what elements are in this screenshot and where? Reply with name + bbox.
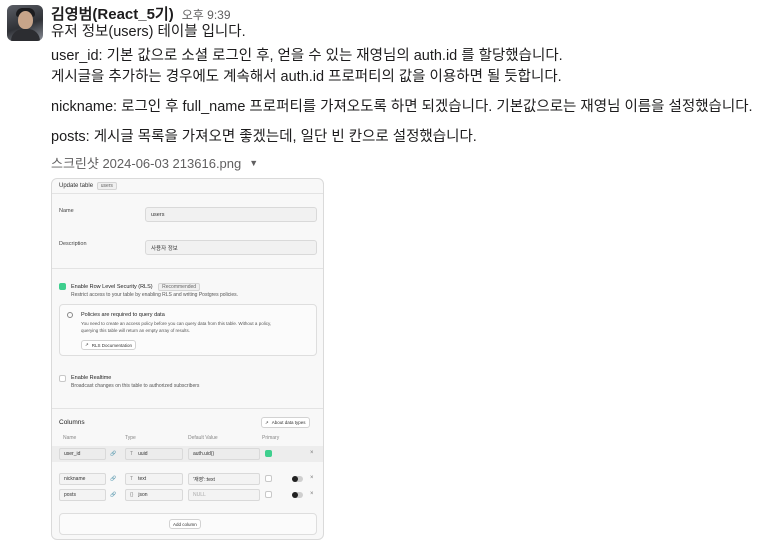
settings-toggle-icon	[292, 492, 303, 498]
divider	[52, 268, 323, 269]
column-type-cell: T uuid	[125, 448, 183, 460]
column-default-cell: NULL	[188, 489, 260, 501]
message-line: 게시글을 추가하는 경우에도 계속해서 auth.id 프로퍼티의 값을 이용하…	[51, 69, 562, 85]
column-type-cell: {} json	[125, 489, 183, 501]
description-input: 사용자 정보	[145, 240, 317, 255]
column-name-cell: user_id	[59, 448, 106, 460]
close-icon: ×	[310, 491, 314, 497]
name-label: Name	[59, 208, 74, 214]
message-line: posts: 게시글 목록을 가져오면 좋겠는데, 일단 빈 칸으로 설정했습니…	[51, 129, 477, 145]
external-link-icon: ↗	[85, 342, 89, 347]
rls-description: Restrict access to your table by enablin…	[71, 292, 239, 298]
description-label: Description	[59, 241, 87, 247]
rls-documentation-label: RLS Documentation	[91, 342, 133, 348]
header-type: Type	[125, 435, 136, 441]
attachment-filename[interactable]: 스크린샷 2024-06-03 213616.png ▼	[51, 153, 258, 172]
header-name: Name	[63, 435, 77, 441]
message-line: user_id: 기본 값으로 소셜 로그인 후, 얻을 수 있는 재영님의 a…	[51, 48, 563, 64]
about-data-types-button: ↗ About data types	[261, 417, 310, 428]
column-type-cell: T text	[125, 473, 183, 485]
realtime-checkbox	[59, 375, 66, 382]
recommended-badge: Recommended	[158, 283, 201, 291]
policy-title: Policies are required to query data	[81, 312, 165, 318]
settings-toggle-icon	[292, 476, 303, 482]
about-data-types-label: About data types	[271, 420, 306, 425]
rls-documentation-button: ↗ RLS Documentation	[81, 340, 137, 350]
text-type-icon: T	[130, 451, 134, 457]
policy-desc-line: You need to create an access policy befo…	[81, 321, 272, 326]
rls-label: Enable Row Level Security (RLS) Recommen…	[71, 283, 201, 291]
message-header: 김영범(React_5기) 오후 9:39	[51, 3, 231, 23]
text-type-icon: T	[130, 476, 134, 482]
column-type-value: uuid	[138, 451, 148, 457]
link-icon: 🔗	[110, 476, 117, 482]
column-type-value: text	[138, 476, 147, 482]
add-column-button: Add column	[169, 519, 201, 529]
rls-checkbox	[59, 283, 66, 290]
primary-checkbox	[265, 450, 272, 457]
info-icon	[67, 312, 73, 318]
policy-desc-line: querying this table will return an empty…	[81, 328, 191, 333]
link-icon: 🔗	[110, 451, 117, 457]
policy-notice: Policies are required to query data You …	[59, 304, 317, 356]
add-column-area: Add column	[59, 513, 317, 535]
column-default-cell: '재영'::text	[188, 473, 260, 485]
realtime-description: Broadcast changes on this table to autho…	[71, 383, 200, 389]
column-type-value: json	[138, 492, 148, 498]
column-default-cell: auth.uid()	[188, 448, 260, 460]
timestamp[interactable]: 오후 9:39	[182, 6, 231, 23]
header-default-value: Default Value	[188, 435, 218, 441]
rls-label-text: Enable Row Level Security (RLS)	[71, 284, 153, 290]
json-type-icon: {}	[130, 492, 134, 498]
sender-name[interactable]: 김영범(React_5기)	[51, 3, 174, 24]
name-input: users	[145, 207, 317, 222]
header-primary: Primary	[262, 435, 280, 441]
divider	[52, 408, 323, 409]
external-link-icon: ↗	[265, 419, 269, 425]
primary-checkbox	[265, 475, 272, 482]
link-icon: 🔗	[110, 492, 117, 498]
close-icon: ×	[310, 475, 314, 481]
close-icon: ×	[310, 450, 314, 456]
divider	[52, 193, 323, 194]
caret-down-icon[interactable]: ▼	[249, 158, 258, 168]
attachment-filename-text: 스크린샷 2024-06-03 213616.png	[51, 156, 242, 171]
attachment-image[interactable]: Update table users Name users Descriptio…	[51, 178, 324, 540]
column-name-cell: posts	[59, 489, 106, 501]
message-line: 유저 정보(users) 테이블 입니다.	[51, 24, 246, 40]
realtime-label: Enable Realtime	[71, 375, 112, 381]
update-table-title: Update table users	[59, 182, 117, 190]
table-chip: users	[96, 182, 117, 190]
message-line: nickname: 로그인 후 full_name 프로퍼티를 가져오도록 하면…	[51, 99, 753, 115]
update-table-title-text: Update table	[59, 183, 94, 189]
avatar[interactable]	[7, 5, 43, 41]
column-name-cell: nickname	[59, 473, 106, 485]
columns-label: Columns	[59, 419, 85, 426]
primary-checkbox	[265, 491, 272, 498]
